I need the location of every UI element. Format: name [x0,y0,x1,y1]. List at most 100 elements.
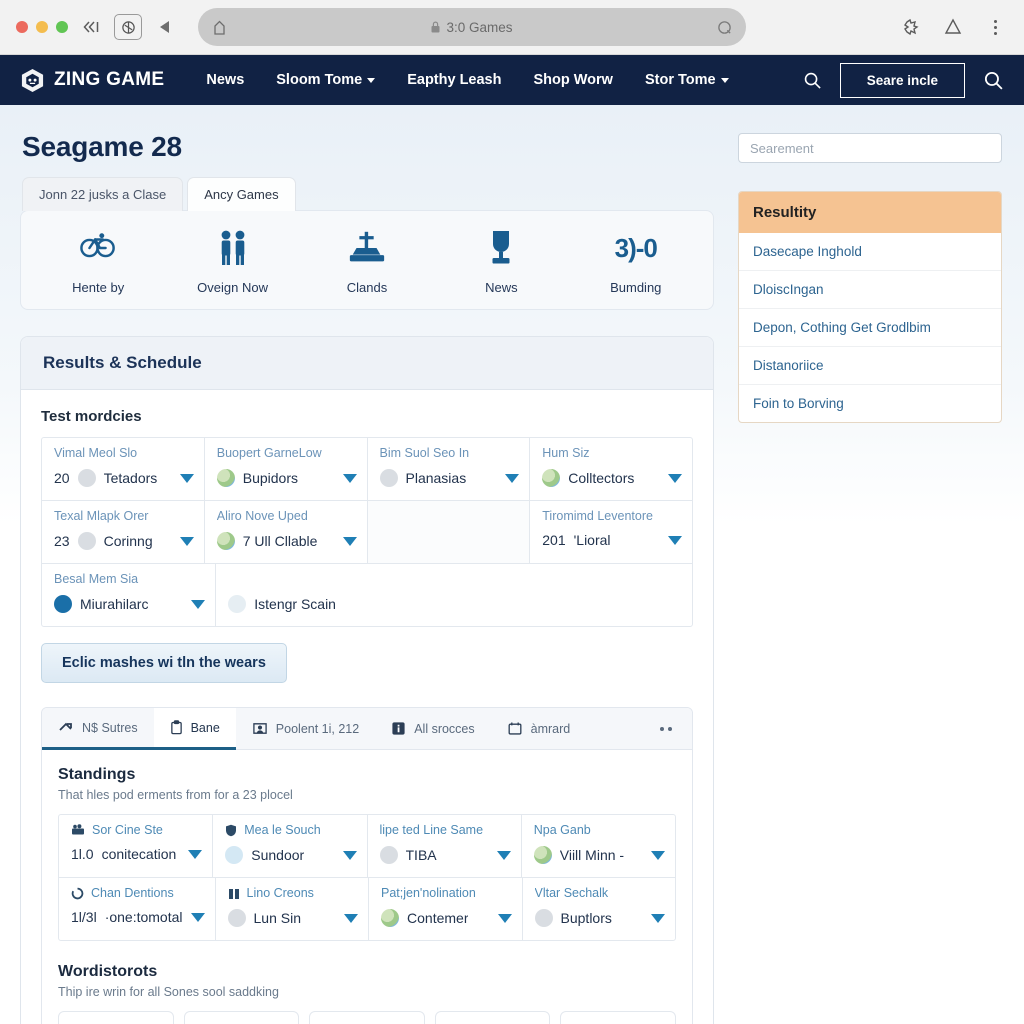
grid-cell[interactable]: Chan Dentions 1l/3l ·one:tomotal [59,878,216,940]
team-avatar [227,909,246,927]
nav-link-eapthy-leash[interactable]: Eapthy Leash [391,72,517,88]
quick-icon-clands[interactable]: Clands [303,227,431,295]
triangle-icon[interactable] [940,14,966,40]
tab-ns-sutres[interactable]: N$ Sutres [42,708,154,750]
sponsor-logo-card[interactable] [309,1011,425,1024]
address-bar-text-group: 3:0 Games [227,20,717,35]
nav-link-stor-tome[interactable]: Stor Tome [629,72,745,88]
dropdown-caret-icon[interactable] [190,912,205,922]
clipboard-icon [170,720,183,735]
tab-all-srocces[interactable]: All srocces [375,708,490,749]
table-row: Besal Mem Sia Miurahilarc Istengr Scain [42,564,692,626]
grid-cell[interactable]: Sor Cine Ste 1l.0 conitecation [59,815,214,877]
search-icon[interactable] [803,71,822,90]
window-controls[interactable] [12,21,68,33]
bookmark-circle-icon[interactable] [717,20,732,35]
extension-icon[interactable] [114,14,142,40]
expand-matches-button[interactable]: Eclic mashes wi tln the wears [41,643,287,683]
grid-cell[interactable]: Texal Mlapk Orer 23 Corinng [42,501,205,563]
grid-cell[interactable]: Vltar Sechalk Buptlors [523,878,676,940]
lock-icon [431,21,440,33]
cell-value: 'Lioral [573,532,611,548]
tab-bane[interactable]: Bane [153,708,236,750]
cell-label: Bim Suol Seo In [379,446,470,460]
dropdown-caret-icon[interactable] [344,913,359,923]
dropdown-caret-icon[interactable] [668,473,682,483]
dropdown-caret-icon[interactable] [505,473,520,483]
grid-cell[interactable]: Npa Ganb Viill Minn - [522,815,675,877]
team-avatar [228,595,247,613]
dropdown-caret-icon[interactable] [651,850,665,860]
cell-value: 7 Ull Cllable [242,533,318,549]
quick-icon-oveign-now[interactable]: Oveign Now [169,227,297,295]
minimize-window-button[interactable] [36,21,48,33]
dropdown-caret-icon[interactable] [188,849,203,859]
dropdown-caret-icon[interactable] [342,536,357,546]
sponsor-logo-card[interactable] [58,1011,174,1024]
quick-icon-news[interactable]: News [438,227,566,295]
team-avatar [216,532,235,550]
grid-cell[interactable]: Besal Mem Sia Miurahilarc [42,564,217,626]
cell-value-row: 23 Corinng [54,532,194,550]
grid-cell[interactable]: Aliro Nove Uped 7 Ull Cllable [205,501,368,563]
grid-cell[interactable]: Lino Creons Lun Sin [216,878,370,940]
nav-link-news[interactable]: News [190,72,260,88]
nav-link-shop-worw[interactable]: Shop Worw [517,72,628,88]
grid-cell[interactable]: Buopert GarneLow Bupidors [205,438,368,500]
dropdown-caret-icon[interactable] [191,599,206,609]
dropdown-caret-icon[interactable] [179,473,194,483]
sponsor-logo-card[interactable] [434,1011,551,1024]
double-chevron-left-icon[interactable] [78,14,104,40]
tab-amrard[interactable]: àmrard [491,708,587,749]
dropdown-caret-icon[interactable] [651,913,666,923]
list-item[interactable]: Foin to Borving [739,385,1001,422]
search-icon-secondary[interactable] [983,70,1004,91]
top-tab-ancy-games[interactable]: Ancy Games [187,177,296,211]
nav-link-label: Shop Worw [533,72,613,88]
maximize-window-button[interactable] [56,21,68,33]
top-tab-jonn[interactable]: Jonn 22 jusks a Clase [22,177,184,211]
puzzle-icon[interactable] [898,14,924,40]
close-window-button[interactable] [16,21,28,33]
sponsor-logo-row: 1 [58,1011,676,1024]
dropdown-caret-icon[interactable] [668,535,682,545]
cell-number: 1l/3l [71,909,97,925]
dropdown-caret-icon[interactable] [496,850,511,860]
dropdown-caret-icon[interactable] [179,536,194,546]
dropdown-caret-icon[interactable] [342,473,357,483]
cell-label: Vimal Meol Slo [54,446,138,460]
team-avatar [77,532,96,550]
address-bar[interactable]: 3:0 Games [198,8,746,46]
grid-cell[interactable]: Bim Suol Seo In Planasias [368,438,531,500]
cell-value-row: Bupidors [216,469,357,487]
grid-cell[interactable]: Vimal Meol Slo 20 Tetadors [42,438,205,500]
dropdown-caret-icon[interactable] [342,850,357,860]
nav-cta-button[interactable]: Seare incle [839,62,965,98]
quick-icon-bumding[interactable]: 3)-0 Bumding [572,227,700,296]
grid-cell[interactable]: Hum Siz Colltectors [530,438,692,500]
grid-cell[interactable]: Istengr Scain [216,564,692,626]
kebab-menu-icon[interactable] [982,14,1008,40]
list-item[interactable]: Distanoriice [739,347,1001,385]
nav-link-sloom-tome[interactable]: Sloom Tome [260,72,391,88]
tab-poolent[interactable]: Poolent 1i, 212 [236,708,375,749]
calendar-icon [507,721,523,736]
nav-links: News Sloom Tome Eapthy Leash Shop Worw S… [190,72,744,88]
sponsor-logo-card[interactable] [560,1011,676,1024]
dropdown-caret-icon[interactable] [497,913,512,923]
brand-logo[interactable]: ZING GAME [20,68,164,93]
grid-cell[interactable]: lipe ted Line Same TIBA [368,815,522,877]
list-item[interactable]: DloiscIngan [739,271,1001,309]
grid-cell[interactable]: Tiromimd Leventore 201 'Lioral [530,501,692,563]
back-triangle-icon[interactable] [152,14,178,40]
grid-cell[interactable]: Mea le Souch Sundoor [213,815,368,877]
sponsor-logo-card[interactable]: 1 [183,1011,300,1024]
home-icon[interactable] [212,19,227,36]
more-tabs-icon[interactable] [640,708,692,749]
grid-cell[interactable]: Pat;jen'nolination Contemer [369,878,523,940]
search-input[interactable] [738,133,1002,163]
list-item[interactable]: Dasecape Inghold [739,233,1001,271]
list-item[interactable]: Depon, Cothing Get Grodlbim [739,309,1001,347]
quick-icon-hente-by[interactable]: Hente by [34,227,162,295]
cell-value-row: 1l/3l ·one:tomotal [71,909,205,925]
